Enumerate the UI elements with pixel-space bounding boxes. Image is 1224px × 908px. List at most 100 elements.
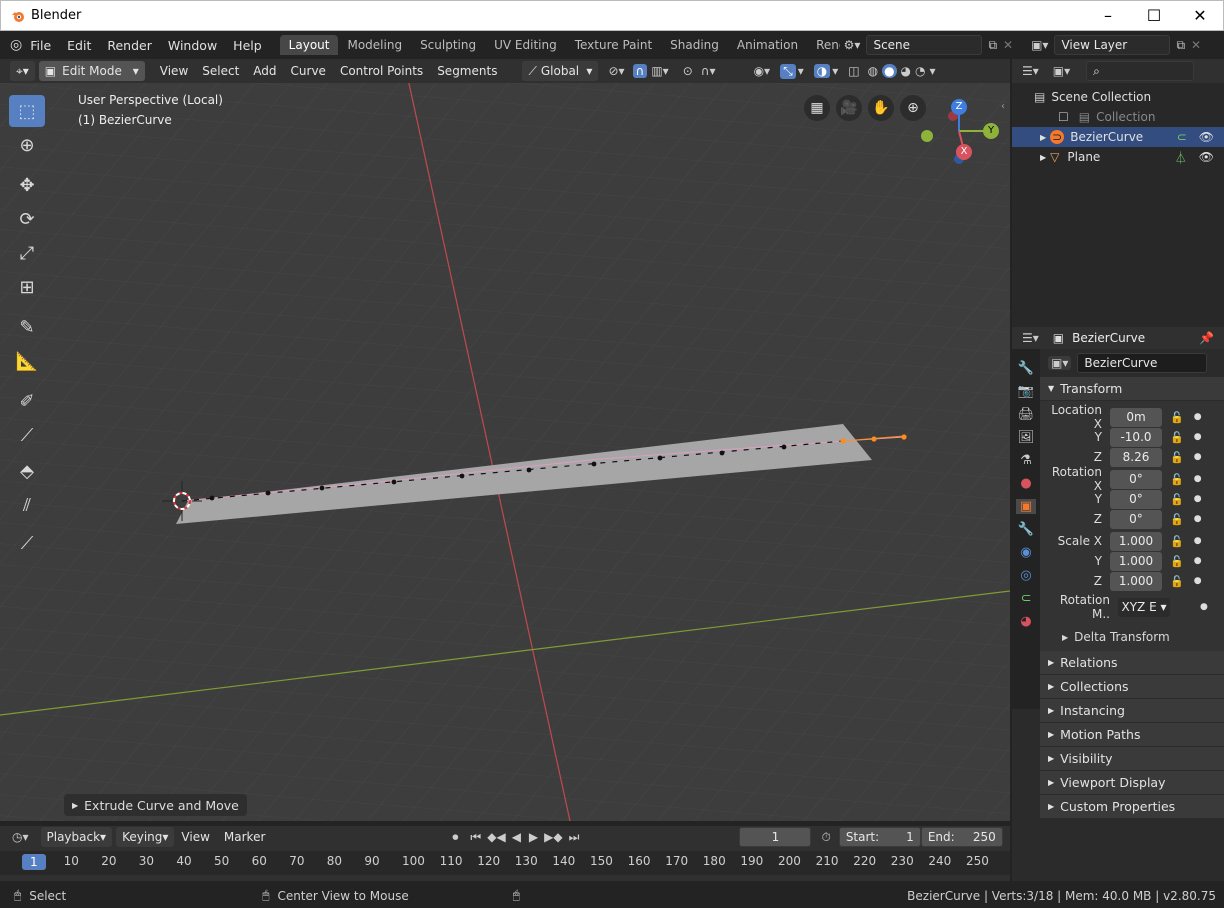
- play-icon[interactable]: ▶: [529, 830, 538, 844]
- rotate-tool[interactable]: ⟳: [9, 203, 45, 235]
- shading-wireframe-icon[interactable]: ◍: [868, 64, 878, 78]
- draw-curve-tool[interactable]: ✐: [9, 385, 45, 417]
- lock-icon[interactable]: 🔓: [1170, 555, 1184, 568]
- outliner-collection[interactable]: ☐ ▤ Collection: [1012, 107, 1224, 127]
- tab-layout[interactable]: Layout: [279, 35, 339, 55]
- tab-texture-paint[interactable]: Texture Paint: [566, 35, 661, 55]
- shading-material-icon[interactable]: ◕: [901, 64, 911, 78]
- scale-x-field[interactable]: 1.000: [1110, 531, 1162, 551]
- pivot-icon[interactable]: ⊘▾: [608, 64, 624, 78]
- curve-data-tab-icon[interactable]: ⊂: [1021, 591, 1032, 606]
- physics-tab-icon[interactable]: ◎: [1020, 568, 1031, 583]
- next-keyframe-icon[interactable]: ▶◆: [544, 830, 562, 844]
- xray-icon[interactable]: ◫: [848, 64, 859, 78]
- eye-icon[interactable]: 👁: [1199, 130, 1214, 144]
- tool-tab-icon[interactable]: 🔧: [1018, 361, 1034, 376]
- rotation-z-field[interactable]: 0°: [1110, 509, 1162, 529]
- editor-type-button[interactable]: ⌖▾: [10, 61, 35, 81]
- keyframe-dot-icon[interactable]: ●: [1194, 556, 1202, 566]
- timeline-view-menu[interactable]: View: [174, 830, 216, 844]
- tab-sculpting[interactable]: Sculpting: [411, 35, 485, 55]
- pin-icon[interactable]: 📌: [1199, 331, 1214, 345]
- lock-icon[interactable]: 🔓: [1170, 473, 1184, 486]
- menu-help[interactable]: Help: [225, 38, 270, 53]
- close-icon[interactable]: ✕: [1177, 6, 1223, 25]
- keyframe-dot-icon[interactable]: ●: [1194, 576, 1202, 586]
- outliner-editor-icon[interactable]: ☰▾: [1022, 64, 1039, 78]
- lock-icon[interactable]: 🔓: [1170, 411, 1184, 424]
- transform-section-header[interactable]: ▼ Transform: [1040, 377, 1224, 401]
- visibility-section-header[interactable]: ▶ Visibility: [1040, 747, 1224, 771]
- properties-editor-icon[interactable]: ☰▾: [1022, 331, 1039, 345]
- keyframe-dot-icon[interactable]: ●: [1194, 412, 1202, 422]
- visibility-icon[interactable]: ◉▾: [754, 64, 771, 78]
- keyframe-dot-icon[interactable]: ●: [1200, 602, 1208, 612]
- display-mode-icon[interactable]: ▣▾: [1053, 64, 1070, 78]
- tab-modeling[interactable]: Modeling: [338, 35, 411, 55]
- menu-view[interactable]: View: [153, 64, 195, 78]
- world-tab-icon[interactable]: ●: [1020, 476, 1031, 491]
- menu-add[interactable]: Add: [246, 64, 283, 78]
- scene-tab-icon[interactable]: ⚗: [1020, 453, 1032, 468]
- rotation-x-field[interactable]: 0°: [1110, 469, 1162, 489]
- lock-icon[interactable]: 🔓: [1170, 513, 1184, 526]
- mode-dropdown[interactable]: ▣ Edit Mode ▾: [38, 61, 145, 81]
- tab-animation[interactable]: Animation: [728, 35, 807, 55]
- relations-section-header[interactable]: ▶ Relations: [1040, 651, 1224, 675]
- gizmo-toggle-icon[interactable]: ⤡: [780, 63, 796, 79]
- maximize-icon[interactable]: ☐: [1131, 6, 1177, 25]
- menu-edit[interactable]: Edit: [59, 38, 99, 53]
- menu-select[interactable]: Select: [195, 64, 246, 78]
- select-box-tool[interactable]: ⬚: [9, 95, 45, 127]
- falloff-icon[interactable]: ∩▾: [701, 64, 716, 78]
- eye-icon[interactable]: 👁: [1199, 150, 1214, 164]
- outliner-item-plane[interactable]: ▶ ▽ Plane ⏃ 👁: [1012, 147, 1224, 167]
- rotation-mode-dropdown[interactable]: XYZ E ▾: [1118, 597, 1170, 617]
- checkbox-icon[interactable]: ☐: [1058, 110, 1069, 124]
- scale-z-field[interactable]: 1.000: [1110, 571, 1162, 591]
- outliner-search-input[interactable]: ⌕: [1086, 61, 1195, 81]
- move-tool[interactable]: ✥: [9, 169, 45, 201]
- view-layer-tab-icon[interactable]: 🖼: [1018, 430, 1035, 445]
- lock-icon[interactable]: 🔓: [1170, 451, 1184, 464]
- shading-rendered-icon[interactable]: ◔: [915, 64, 925, 78]
- pan-hand-icon[interactable]: ✋: [868, 95, 894, 121]
- axis-x-gizmo[interactable]: X: [956, 144, 972, 160]
- menu-segments[interactable]: Segments: [430, 64, 504, 78]
- radius-tool[interactable]: ⬘: [9, 455, 45, 487]
- jump-start-icon[interactable]: ⏮: [470, 830, 481, 845]
- location-x-field[interactable]: 0m: [1110, 407, 1162, 427]
- playback-menu[interactable]: Playback ▾: [40, 827, 113, 847]
- render-tab-icon[interactable]: 📷: [1018, 384, 1034, 399]
- particles-tab-icon[interactable]: ◉: [1020, 545, 1031, 560]
- stopwatch-icon[interactable]: ⏱: [821, 830, 830, 845]
- record-icon[interactable]: ⏺: [452, 830, 458, 845]
- tab-uv-editing[interactable]: UV Editing: [485, 35, 566, 55]
- menu-window[interactable]: Window: [160, 38, 225, 53]
- scale-tool[interactable]: ⤢: [9, 237, 45, 269]
- lock-icon[interactable]: 🔓: [1170, 493, 1184, 506]
- view-layer-field[interactable]: View Layer: [1054, 35, 1171, 55]
- perspective-toggle-icon[interactable]: ▦: [804, 95, 830, 121]
- object-type-icon[interactable]: ▣▾: [1048, 356, 1072, 370]
- lock-icon[interactable]: 🔓: [1170, 431, 1184, 444]
- play-reverse-icon[interactable]: ◀: [512, 830, 521, 844]
- blender-menu-icon[interactable]: ◎: [10, 37, 22, 53]
- tab-shading[interactable]: Shading: [661, 35, 728, 55]
- overlay-toggle-icon[interactable]: ◑: [813, 64, 831, 78]
- rotation-y-field[interactable]: 0°: [1110, 489, 1162, 509]
- proportional-edit-icon[interactable]: ⊙: [683, 64, 693, 78]
- location-y-field[interactable]: -10.0: [1110, 427, 1162, 447]
- jump-end-icon[interactable]: ⏭: [569, 830, 580, 845]
- minimize-icon[interactable]: –: [1085, 6, 1131, 25]
- location-z-field[interactable]: 8.26: [1110, 447, 1162, 467]
- new-view-layer-icon[interactable]: ⧉: [1176, 38, 1185, 53]
- timeline-ruler[interactable]: 1 10 20 30 40 50 60 70 80 90 100 110 120 130 140 150 160…: [0, 851, 1010, 875]
- outliner-item-beziercurve[interactable]: ▶ ⊃ BezierCurve ⊂ 👁: [1012, 127, 1224, 147]
- zoom-icon[interactable]: ⊕: [900, 95, 926, 121]
- keyframe-dot-icon[interactable]: ●: [1194, 474, 1202, 484]
- mesh-data-icon[interactable]: ⏃: [1175, 149, 1187, 166]
- new-scene-icon[interactable]: ⧉: [988, 38, 997, 53]
- camera-view-icon[interactable]: 🎥: [836, 95, 862, 121]
- transform-tool[interactable]: ⊞: [9, 271, 45, 303]
